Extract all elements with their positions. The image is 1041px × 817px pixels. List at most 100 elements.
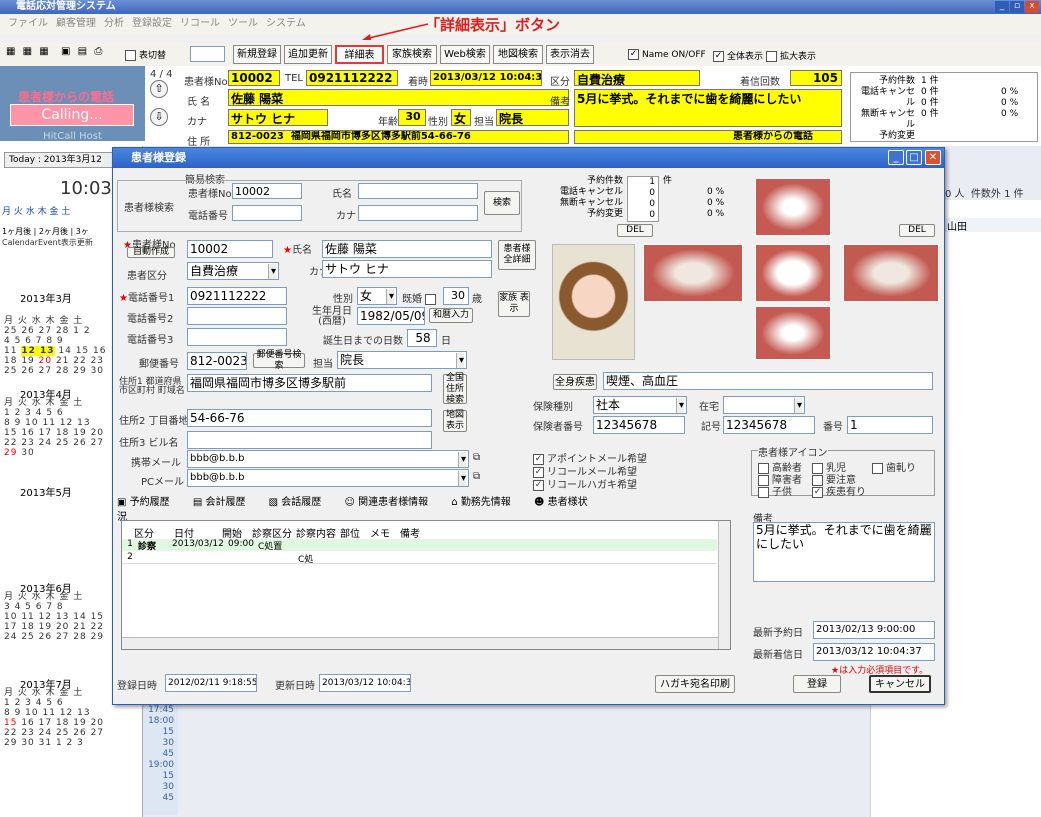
dental-photo-right[interactable] bbox=[643, 244, 743, 302]
patient-photo[interactable] bbox=[552, 244, 635, 360]
calendar-july-days[interactable]: 月 火 水 木 金 土1 2 3 4 5 68 9 10 11 12 13 15 … bbox=[4, 688, 104, 748]
menu-customer[interactable]: 顧客管理 bbox=[56, 18, 96, 29]
name-onoff-checkbox[interactable]: ✓ Name ON/OFF bbox=[628, 49, 706, 60]
menu-recall[interactable]: リコール bbox=[180, 18, 220, 29]
dental-delete-button[interactable]: DEL bbox=[899, 224, 935, 237]
menu-analysis[interactable]: 分析 bbox=[104, 18, 124, 29]
memo-input[interactable]: 5月に挙式。それまでに歯を綺麗にしたい bbox=[753, 522, 935, 582]
zip-search-button[interactable]: 郵便番号検索 bbox=[253, 350, 305, 371]
family-view-button[interactable]: 家族 表示 bbox=[498, 291, 530, 317]
tel2-input[interactable] bbox=[187, 307, 287, 325]
kigo-input[interactable]: 12345678 bbox=[723, 416, 815, 434]
update-button[interactable]: 追加更新 bbox=[284, 45, 332, 64]
icon-bruxism[interactable]: 歯軋り bbox=[872, 459, 916, 474]
web-search-button[interactable]: Web検索 bbox=[440, 45, 490, 64]
addr1-input[interactable]: 福岡県福岡市博多区博多駅前 bbox=[187, 374, 432, 392]
mobile-mail-icon[interactable]: ⧉ bbox=[473, 452, 480, 463]
map-search-button[interactable]: 地図検索 bbox=[493, 45, 543, 64]
qs-kana-input[interactable] bbox=[358, 205, 478, 221]
detail-view-button[interactable]: 詳細表示 bbox=[335, 45, 384, 78]
new-button[interactable]: 新規登録 bbox=[233, 45, 281, 64]
qs-tel-input[interactable] bbox=[232, 205, 302, 221]
postcard-print-button[interactable]: ハガキ宛名印刷 bbox=[655, 675, 735, 693]
search-button[interactable]: 検索 bbox=[484, 191, 520, 215]
photo-delete-button[interactable]: DEL bbox=[617, 224, 653, 237]
table-scrollbar-v[interactable] bbox=[718, 521, 730, 649]
calendar-april-days[interactable]: 月 火 水 木 金 土1 2 3 4 5 68 9 10 11 12 13 15 … bbox=[4, 398, 104, 458]
bango-input[interactable]: 1 bbox=[847, 416, 933, 434]
ins-type-select[interactable]: 社本 bbox=[593, 396, 687, 414]
tab-workplace[interactable]: ⌂ 勤務先情報 bbox=[451, 497, 521, 508]
patient-no-input[interactable]: 10002 bbox=[187, 240, 273, 258]
map-view-button[interactable]: 地図 表示 bbox=[443, 410, 467, 432]
icon-child[interactable]: 子供 bbox=[758, 483, 792, 498]
view-icons[interactable]: ▦ ▦ ▦ ▣ ▤ ⎙ bbox=[6, 46, 104, 57]
prev-record-button[interactable]: ⇧ bbox=[150, 80, 168, 98]
calendar-march-days[interactable]: 月 火 水 木 金 土 25 26 27 28 1 24 5 6 7 8 9 11 … bbox=[4, 316, 106, 376]
cancel-button[interactable]: キャンセル bbox=[869, 675, 931, 693]
home-select[interactable] bbox=[723, 396, 805, 414]
tel1-input[interactable]: 0921112222 bbox=[187, 287, 287, 305]
auto-create-button[interactable]: 自動作成 bbox=[127, 247, 175, 258]
icon-disease[interactable]: ✓ 疾患有り bbox=[812, 483, 866, 498]
qs-no-input[interactable]: 10002 bbox=[232, 183, 302, 199]
ins-no-input[interactable]: 12345678 bbox=[593, 416, 685, 434]
save-button[interactable]: 登録 bbox=[793, 675, 841, 693]
calendar-june-days[interactable]: 月 火 水 木 金 土3 4 5 6 7 8 10 11 12 13 14 15 1… bbox=[4, 592, 104, 642]
dental-photo-top[interactable] bbox=[755, 178, 831, 236]
patient-registration-dialog: 患者様登録 _ □ ✕ 簡易検索 患者様検索 患者様No 10002 電話番号 … bbox=[112, 147, 945, 705]
disease-input[interactable]: 喫煙、高血圧 bbox=[603, 372, 933, 390]
window-controls[interactable]: _ ▫ x bbox=[994, 1, 1039, 13]
disease-button[interactable]: 全身疾患 bbox=[553, 374, 597, 390]
range-buttons[interactable]: 1ヶ月後 | 2ヶ月後 | 3ヶ bbox=[2, 226, 89, 237]
pc-mail-icon[interactable]: ⧉ bbox=[473, 471, 480, 482]
addr3-input[interactable] bbox=[187, 431, 432, 449]
patient-kana-input[interactable]: サトウ ヒナ bbox=[322, 260, 492, 278]
appointment-table: 区分 日付 開始 診察区分 診察内容 部位 メモ 備考 1 診察 2013/03/12 09:00 C… bbox=[121, 520, 731, 650]
menu-settings[interactable]: 登録設定 bbox=[132, 18, 172, 29]
calendar-event-refresh[interactable]: CalendarEvent表示更新 bbox=[2, 237, 93, 248]
time-column: 17:45 18:00 15 30 45 19:00 15 30 45 bbox=[143, 705, 178, 815]
calling-button[interactable]: Calling... bbox=[10, 104, 134, 126]
dental-photo-bottom[interactable] bbox=[755, 306, 831, 360]
switch-checkbox[interactable]: 表切替 bbox=[125, 48, 166, 61]
wareki-button[interactable]: 和暦入力 bbox=[429, 308, 473, 323]
tel3-input[interactable] bbox=[187, 328, 287, 346]
qs-name-input[interactable] bbox=[358, 183, 478, 199]
close-icon[interactable]: ✕ bbox=[925, 150, 941, 165]
tab-related[interactable]: ☺ 関連患者様情報 bbox=[344, 497, 438, 508]
next-record-button[interactable]: ⇩ bbox=[150, 108, 168, 126]
addr2-input[interactable]: 54-66-76 bbox=[187, 409, 432, 427]
patient-category-select[interactable]: 自費治療 bbox=[187, 262, 279, 280]
menu-file[interactable]: ファイル bbox=[8, 18, 48, 29]
birth-input[interactable]: 1982/05/09 bbox=[357, 307, 425, 325]
clear-button[interactable]: 表示消去 bbox=[546, 45, 594, 64]
switch-input[interactable] bbox=[190, 46, 225, 62]
pc-mail-input[interactable]: bbb@b.b.b bbox=[187, 469, 469, 487]
menu-system[interactable]: システム bbox=[266, 18, 306, 29]
tanto-select[interactable]: 院長 bbox=[337, 351, 467, 369]
dental-photo-left[interactable] bbox=[843, 244, 939, 302]
table-scrollbar-h[interactable] bbox=[122, 637, 718, 649]
recall-post-checkbox[interactable]: ✓ リコールハガキ希望 bbox=[533, 476, 637, 491]
address-search-button[interactable]: 全国 住所 検索 bbox=[443, 373, 467, 405]
table-row[interactable]: 2 C処 bbox=[122, 552, 717, 565]
minimize-icon[interactable]: _ bbox=[888, 150, 904, 165]
menu-tools[interactable]: ツール bbox=[228, 18, 258, 29]
all-view-checkbox[interactable]: ✓ 全体表示 bbox=[713, 49, 763, 62]
tab-appointments[interactable]: ▣ 予約履歴 bbox=[117, 497, 180, 508]
tab-conversation[interactable]: ▧ 会話履歴 bbox=[269, 497, 332, 508]
maximize-icon[interactable]: □ bbox=[906, 150, 922, 165]
weekday-bar[interactable]: 月 火 水 木 金 土 bbox=[2, 204, 70, 217]
family-search-button[interactable]: 家族検索 bbox=[387, 45, 437, 64]
zoom-checkbox[interactable]: 拡大表示 bbox=[766, 49, 816, 62]
patient-name-input[interactable]: 佐藤 陽菜 bbox=[322, 240, 492, 258]
tab-accounting[interactable]: ▤ 会計履歴 bbox=[193, 497, 256, 508]
full-detail-button[interactable]: 患者様 全詳細 bbox=[498, 240, 536, 270]
mobile-mail-input[interactable]: bbb@b.b.b bbox=[187, 450, 469, 468]
dental-photo-front[interactable] bbox=[755, 244, 831, 302]
table-row[interactable]: 1 診察 2013/03/12 09:00 C処置 bbox=[122, 539, 717, 552]
zip-input[interactable]: 812-0023 bbox=[187, 352, 247, 370]
sex-select[interactable]: 女 bbox=[357, 287, 397, 305]
age-input[interactable]: 30 bbox=[443, 287, 469, 305]
